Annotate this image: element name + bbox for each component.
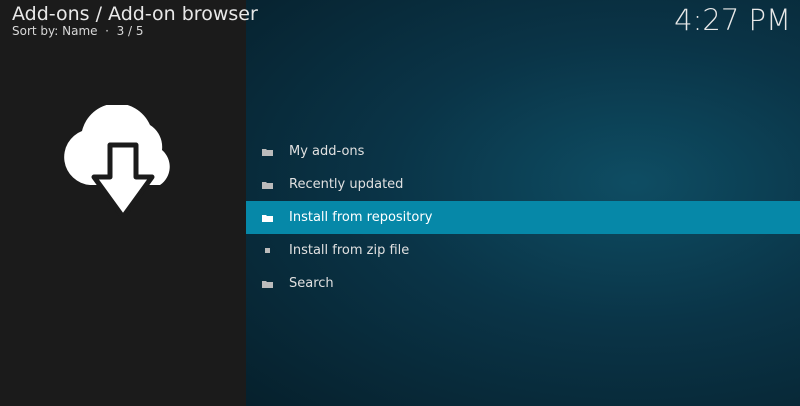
folder-icon bbox=[262, 181, 273, 189]
menu-item-label: Install from zip file bbox=[289, 243, 410, 258]
cloud-download-icon bbox=[64, 105, 170, 220]
folder-open-icon bbox=[262, 214, 273, 222]
folder-icon bbox=[262, 148, 273, 156]
file-icon bbox=[265, 247, 270, 253]
clock: 4:27 PM bbox=[674, 3, 791, 37]
menu-item-label: Install from repository bbox=[289, 210, 433, 225]
item-position: 3 / 5 bbox=[116, 24, 144, 38]
menu-item-label: Search bbox=[289, 276, 334, 291]
menu-item-search[interactable]: Search bbox=[246, 267, 800, 300]
page-title: Add-ons / Add-on browser bbox=[12, 3, 258, 25]
sort-label: Sort by: Name bbox=[12, 24, 98, 38]
menu-item-my-addons[interactable]: My add-ons bbox=[246, 135, 800, 168]
folder-icon bbox=[262, 280, 273, 288]
menu-item-label: Recently updated bbox=[289, 177, 404, 192]
menu-item-install-from-repository[interactable]: Install from repository bbox=[246, 201, 800, 234]
menu-item-install-from-zip[interactable]: Install from zip file bbox=[246, 234, 800, 267]
menu-item-label: My add-ons bbox=[289, 144, 365, 159]
sort-info[interactable]: Sort by: Name · 3 / 5 bbox=[12, 24, 144, 38]
menu-item-recently-updated[interactable]: Recently updated bbox=[246, 168, 800, 201]
